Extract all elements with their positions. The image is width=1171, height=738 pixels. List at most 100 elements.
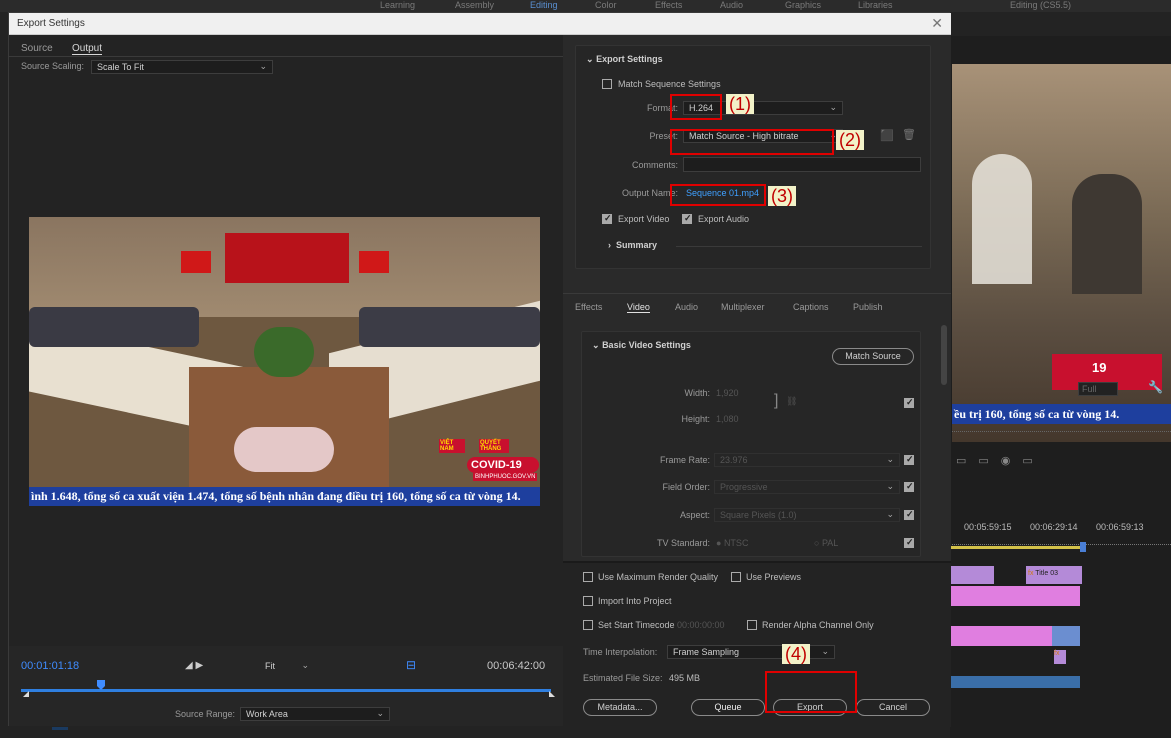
preview-flowers (234, 427, 334, 472)
tab-output[interactable]: Output (72, 43, 103, 55)
tab-multiplexer[interactable]: Multiplexer (721, 302, 765, 312)
current-time[interactable]: 00:01:01:18 (21, 660, 79, 672)
export-audio-checkbox[interactable] (682, 213, 692, 224)
tab-source[interactable]: Source (21, 43, 53, 54)
workspace-tab[interactable]: Assembly (455, 0, 494, 10)
tab-publish[interactable]: Publish (853, 302, 883, 312)
timeline-clip[interactable] (950, 566, 994, 584)
tab-audio[interactable]: Audio (675, 302, 698, 312)
settings-scrollbar[interactable] (941, 325, 947, 385)
wrench-icon[interactable]: 🔧 (1148, 380, 1163, 394)
summary-toggle[interactable]: › Summary (608, 240, 657, 250)
aspect-select[interactable]: Square Pixels (1.0) ⌄ (714, 508, 900, 522)
source-range-select[interactable]: Work Area ⌄ (240, 707, 390, 721)
workspace-tab[interactable]: Effects (655, 0, 682, 10)
start-timecode-value[interactable]: 00:00:00:00 (677, 620, 725, 630)
workspace-tab[interactable]: Editing (530, 0, 558, 10)
max-render-checkbox[interactable] (583, 572, 593, 582)
workspace-tab[interactable]: Editing (CS5.5) (1010, 0, 1071, 10)
field-order-select[interactable]: Progressive ⌄ (714, 480, 900, 494)
set-in-out-icon[interactable]: ◢ ▶ (185, 660, 203, 671)
tv-standard-checkbox[interactable] (904, 537, 914, 548)
frame-rate-checkbox[interactable] (904, 454, 914, 465)
save-preset-icon[interactable]: ⬛ (880, 129, 894, 142)
timeline-clip-title[interactable]: fx Title 03 (1026, 566, 1082, 584)
import-project-checkbox[interactable] (583, 596, 593, 606)
workspace-tab[interactable]: Libraries (858, 0, 893, 10)
timeline-clip[interactable] (950, 626, 1052, 646)
chain-link-icon[interactable]: ⛓ (786, 396, 797, 407)
source-scaling-select[interactable]: Scale To Fit ⌄ (91, 60, 273, 74)
tab-divider (9, 56, 563, 57)
chevron-down-icon: ⌄ (259, 61, 267, 71)
program-transport-icons[interactable]: ▭▭◉▭ (956, 454, 1045, 467)
timeline-clip[interactable] (950, 586, 1080, 606)
match-sequence-checkbox[interactable] (602, 79, 612, 89)
delete-preset-icon[interactable]: 🗑 (902, 128, 916, 141)
preview-panel: Source Output Source Scaling: Scale To F… (9, 35, 563, 727)
export-settings-header[interactable]: ⌄ Export Settings (586, 54, 663, 65)
annotation-label: (2) (836, 130, 864, 150)
aspect-toggle-icon[interactable]: ⊟ (406, 658, 416, 672)
export-video-checkbox[interactable] (602, 213, 612, 224)
start-timecode-checkbox[interactable] (583, 620, 593, 630)
tab-effects[interactable]: Effects (575, 302, 602, 312)
preview-plant (254, 327, 314, 377)
tab-video[interactable]: Video (627, 302, 650, 313)
render-alpha-checkbox[interactable] (747, 620, 757, 630)
program-people-shape (972, 154, 1032, 284)
tabs-divider (563, 293, 951, 294)
chevron-down-icon: ⌄ (301, 660, 309, 670)
program-zoom-select[interactable]: Full (1078, 382, 1118, 396)
timeline-work-area-bar[interactable] (950, 546, 1082, 549)
interp-label: Time Interpolation: (583, 647, 658, 657)
export-video-label: Export Video (618, 214, 670, 224)
import-project-label: Import Into Project (598, 596, 672, 606)
program-people-shape (1072, 174, 1142, 294)
aspect-label: Aspect: (679, 510, 710, 520)
workspace-tab[interactable]: Graphics (785, 0, 821, 10)
timeline-ruler (950, 535, 1171, 545)
timeline-playhead[interactable] (1080, 542, 1086, 552)
link-bracket-icon[interactable]: ] (774, 392, 778, 410)
aspect-checkbox[interactable] (904, 509, 914, 520)
source-range-value: Work Area (246, 709, 288, 719)
cancel-button[interactable]: Cancel (856, 699, 930, 716)
annotation-label: (3) (768, 186, 796, 206)
comments-label: Comments: (631, 160, 678, 170)
use-previews-checkbox[interactable] (731, 572, 741, 582)
timeline-clip[interactable] (1052, 626, 1080, 646)
workspace-tab[interactable]: Color (595, 0, 617, 10)
source-scaling-value: Scale To Fit (97, 62, 144, 72)
source-range-label: Source Range: (175, 709, 236, 719)
tab-captions[interactable]: Captions (793, 302, 829, 312)
basic-video-header[interactable]: ⌄ Basic Video Settings (592, 340, 691, 351)
workspace-tab[interactable]: Learning (380, 0, 415, 10)
transport-bar: 00:01:01:18 ◢ ▶ Fit ⌄ ⊟ 00:06:42:00 Sour… (9, 646, 563, 726)
preview-flag (181, 251, 211, 273)
frame-rate-value: 23.976 (720, 455, 748, 465)
out-point-handle[interactable] (549, 691, 561, 697)
match-source-button[interactable]: Match Source (832, 348, 914, 365)
annotation-box-format (670, 94, 722, 120)
clip-title-label: Title 03 (1035, 570, 1058, 577)
chevron-down-icon: ⌄ (886, 509, 894, 519)
aspect-value: Square Pixels (1.0) (720, 510, 797, 520)
timeline-clip-fx[interactable]: fx (1054, 650, 1066, 664)
ntsc-radio[interactable]: ● NTSC (716, 538, 748, 548)
metadata-button[interactable]: Metadata... (583, 699, 657, 716)
frame-rate-select[interactable]: 23.976 ⌄ (714, 453, 900, 467)
queue-button[interactable]: Queue (691, 699, 765, 716)
timeline-audio-clip[interactable] (950, 676, 1080, 688)
preview-news-ticker: ình 1.648, tổng số ca xuất viện 1.474, t… (29, 487, 540, 506)
width-height-checkbox[interactable] (904, 397, 914, 408)
pal-radio[interactable]: ○ PAL (814, 538, 838, 548)
use-previews-label: Use Previews (746, 572, 802, 582)
fit-select[interactable]: Fit ⌄ (259, 659, 315, 673)
workspace-tab[interactable]: Audio (720, 0, 743, 10)
in-point-handle[interactable] (17, 691, 29, 697)
preview-people-row (29, 307, 199, 347)
comments-field[interactable] (683, 157, 921, 172)
close-icon[interactable]: ✕ (931, 15, 943, 32)
field-order-checkbox[interactable] (904, 481, 914, 492)
